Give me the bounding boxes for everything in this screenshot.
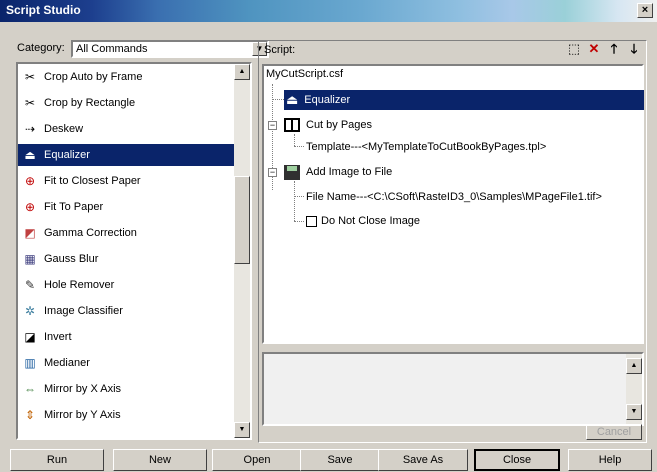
tree-node-label: Add Image to File (306, 166, 393, 178)
tree-node-add-image[interactable]: Add Image to File (284, 163, 392, 181)
title-bar: Script Studio × (0, 0, 657, 22)
mirror-y-icon: ⇕ (24, 408, 36, 422)
list-item-label: Hole Remover (44, 279, 115, 291)
list-item[interactable]: ⇔ Mirror by X Axis (18, 378, 236, 400)
save-button[interactable]: Save (300, 449, 380, 471)
list-item-label: Fit To Paper (44, 201, 104, 213)
help-button[interactable]: Help (568, 449, 652, 471)
run-button[interactable]: Run (10, 449, 104, 471)
scroll-up-icon[interactable]: ▲ (234, 64, 250, 80)
list-item[interactable]: ◪ Invert (18, 326, 236, 348)
list-item[interactable]: ⊕ Fit To Paper (18, 196, 236, 218)
list-item-label: Mirror by Y Axis (44, 409, 121, 421)
list-item-label: Image Classifier (44, 305, 123, 317)
cut-pages-icon (284, 118, 300, 132)
list-item[interactable]: ▥ Medianer (18, 352, 236, 374)
equalizer-icon: ⏏ (24, 148, 36, 162)
tree-node-template[interactable]: Template---<MyTemplateToCutBookByPages.t… (306, 139, 546, 155)
deskew-icon: ⇢ (24, 122, 36, 136)
floppy-disk-icon (284, 164, 300, 180)
save-as-button[interactable]: Save As (378, 449, 468, 471)
open-button[interactable]: Open (212, 449, 302, 471)
fit-to-paper-icon: ⊕ (24, 200, 36, 214)
gamma-icon: ◩ (24, 226, 36, 240)
category-row: Category: All Commands ▼ (17, 40, 269, 58)
image-classifier-icon: ✲ (24, 304, 36, 318)
collapse-icon[interactable]: − (268, 168, 277, 177)
new-step-icon[interactable]: ⬚ (567, 41, 581, 57)
tree-node-label: Equalizer (304, 94, 351, 106)
script-toolbar: ⬚ ✕ 🡑 🡓 (567, 41, 641, 57)
close-icon[interactable]: × (637, 3, 653, 18)
medianer-icon: ▥ (24, 356, 36, 370)
scroll-down-icon[interactable]: ▼ (234, 422, 250, 438)
scroll-down-icon[interactable]: ▼ (626, 404, 642, 420)
command-list[interactable]: ⇕ Mirror by Y Axis ⇔ Mirror by X Axis ▥ Media… (16, 62, 252, 440)
move-down-icon[interactable]: 🡓 (627, 41, 641, 57)
list-item[interactable]: ◩ Gamma Correction (18, 222, 236, 244)
gauss-blur-icon: ▦ (24, 252, 36, 266)
script-tree[interactable]: MyCutScript.csf ⏏ Equalizer − Cut by Pag… (262, 64, 644, 344)
list-item[interactable]: ▦ Gauss Blur (18, 248, 236, 270)
list-item-label: Mirror by X Axis (44, 383, 122, 395)
list-item-label: Equalizer (44, 149, 90, 161)
tree-node-label: Do Not Close Image (321, 215, 421, 227)
list-item[interactable]: ⇢ Deskew (18, 118, 236, 140)
cancel-button[interactable]: Cancel (586, 424, 642, 440)
list-item[interactable]: ✂ Crop Auto by Frame (18, 66, 236, 88)
list-item[interactable]: ⇕ Mirror by Y Axis (18, 404, 236, 426)
list-item-label: Crop Auto by Frame (44, 71, 143, 83)
collapse-icon[interactable]: − (268, 121, 277, 130)
list-item-label: Gauss Blur (44, 253, 99, 265)
script-label: Script: (264, 44, 296, 56)
list-item-label: Crop by Rectangle (44, 97, 136, 109)
hole-remover-icon: ✎ (24, 278, 36, 292)
list-item-label: Invert (44, 331, 72, 343)
crop-auto-icon: ✂ (24, 70, 36, 84)
list-item[interactable]: ✎ Hole Remover (18, 274, 236, 296)
description-scrollbar[interactable]: ▲ ▼ (626, 354, 642, 424)
mirror-x-icon: ⇔ (24, 382, 36, 396)
list-item-label: Deskew (44, 123, 84, 135)
list-item-label: Fit to Closest Paper (44, 175, 141, 187)
close-button[interactable]: Close (474, 449, 560, 471)
category-label: Category: (17, 42, 65, 54)
tree-node-label: Cut by Pages (306, 119, 373, 131)
equalizer-icon: ⏏ (286, 92, 299, 107)
category-value: All Commands (76, 43, 148, 55)
tree-node-equalizer[interactable]: ⏏ Equalizer (284, 90, 644, 110)
list-item-label: Gamma Correction (44, 227, 137, 239)
list-scrollbar[interactable]: ▲ ▼ (234, 64, 250, 438)
bottom-button-bar: Run New Open Save Save As Close Help (0, 449, 657, 472)
tree-node-cut-by-pages[interactable]: Cut by Pages (284, 116, 372, 134)
script-filename: MyCutScript.csf (266, 68, 344, 80)
list-item[interactable]: ✂ Crop by Rectangle (18, 92, 236, 114)
description-box: ▲ ▼ (262, 352, 644, 426)
move-up-icon[interactable]: 🡑 (607, 41, 621, 57)
tree-node-file-name[interactable]: File Name---<C:\CSoft\RasteID3_0\Samples… (306, 189, 602, 205)
list-item[interactable]: ⏏ Equalizer (18, 144, 236, 166)
tree-node-do-not-close[interactable]: Do Not Close Image (306, 213, 420, 229)
list-item-label: Medianer (44, 357, 90, 369)
scroll-thumb[interactable] (234, 176, 250, 264)
do-not-close-checkbox[interactable] (306, 215, 317, 227)
new-button[interactable]: New (113, 449, 207, 471)
category-select[interactable]: All Commands ▼ (71, 40, 269, 58)
window-title: Script Studio (6, 3, 81, 17)
invert-icon: ◪ (24, 330, 36, 344)
list-item[interactable]: ⊕ Fit to Closest Paper (18, 170, 236, 192)
delete-icon[interactable]: ✕ (587, 41, 601, 57)
scroll-up-icon[interactable]: ▲ (626, 358, 642, 374)
crop-rect-icon: ✂ (24, 96, 36, 110)
fit-paper-icon: ⊕ (24, 174, 36, 188)
list-item[interactable]: ✲ Image Classifier (18, 300, 236, 322)
